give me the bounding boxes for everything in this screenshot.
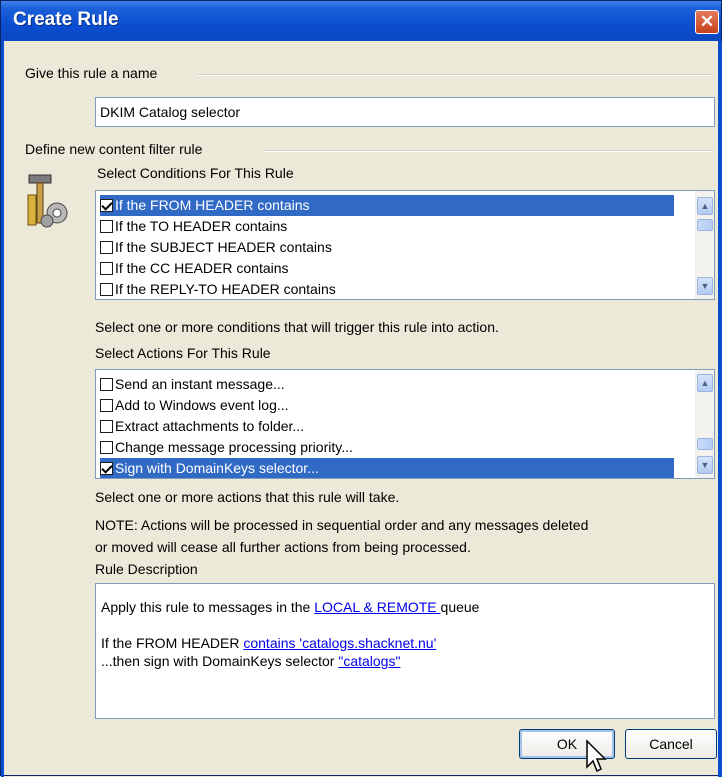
description-text: If the FROM HEADER: [101, 635, 244, 651]
close-button[interactable]: ✕: [695, 10, 719, 34]
chevron-up-icon: ▲: [700, 201, 710, 211]
condition-item-label: If the REPLY-TO HEADER contains: [115, 281, 336, 297]
mouse-pointer-icon: [586, 739, 607, 773]
window-frame-left: [1, 41, 4, 777]
conditions-label: Select Conditions For This Rule: [97, 165, 294, 181]
scroll-up-button[interactable]: ▲: [697, 374, 713, 392]
scroll-thumb[interactable]: [697, 438, 713, 450]
cancel-button[interactable]: Cancel: [625, 729, 717, 759]
actions-label: Select Actions For This Rule: [95, 345, 271, 361]
condition-item[interactable]: If the FROM HEADER contains: [100, 195, 674, 216]
actions-note-line1: NOTE: Actions will be processed in seque…: [95, 517, 589, 533]
rule-tools-icon: [27, 174, 68, 228]
action-item-label: Extract attachments to folder...: [115, 418, 305, 434]
description-text: queue: [440, 599, 480, 615]
actions-note-line2: or moved will cease all further actions …: [95, 539, 471, 555]
action-item-label: Sign with DomainKeys selector...: [115, 460, 319, 476]
condition-checkbox[interactable]: [100, 283, 113, 296]
action-checkbox[interactable]: [100, 441, 113, 454]
chevron-up-icon: ▲: [700, 378, 710, 388]
name-section-label: Give this rule a name: [25, 65, 158, 81]
selector-link[interactable]: "catalogs": [338, 653, 400, 669]
name-section-divider: [197, 74, 713, 76]
filter-section-label: Define new content filter rule: [25, 141, 203, 157]
condition-checkbox[interactable]: [100, 262, 113, 275]
close-icon: ✕: [699, 12, 715, 31]
rule-name-input[interactable]: DKIM Catalog selector: [95, 97, 715, 127]
conditions-scrollbar[interactable]: ▲ ▼: [695, 191, 714, 299]
scroll-down-button[interactable]: ▼: [697, 456, 713, 474]
action-item-label: Change message processing priority...: [115, 439, 353, 455]
action-checkbox[interactable]: [100, 420, 113, 433]
action-item[interactable]: Sign with DomainKeys selector...: [100, 458, 674, 478]
condition-item[interactable]: If the REPLY-TO HEADER contains: [100, 279, 336, 299]
scroll-thumb[interactable]: [697, 219, 713, 231]
action-item[interactable]: Add to Windows event log...: [100, 395, 289, 416]
chevron-down-icon: ▼: [700, 281, 710, 291]
action-checkbox[interactable]: [100, 378, 113, 391]
title-bar[interactable]: Create Rule ✕: [1, 1, 721, 41]
condition-item-label: If the CC HEADER contains: [115, 260, 289, 276]
action-item[interactable]: Send an instant message...: [100, 374, 285, 395]
condition-item-label: If the TO HEADER contains: [115, 218, 288, 234]
description-label: Rule Description: [95, 561, 198, 577]
scroll-down-button[interactable]: ▼: [697, 277, 713, 295]
create-rule-dialog: Create Rule ✕ Give this rule a name DKIM…: [0, 0, 722, 777]
condition-item-label: If the SUBJECT HEADER contains: [115, 239, 332, 255]
rule-description-box: Apply this rule to messages in the LOCAL…: [95, 583, 715, 719]
condition-link[interactable]: contains 'catalogs.shacknet.nu': [243, 635, 436, 651]
queue-link[interactable]: LOCAL & REMOTE: [314, 599, 440, 615]
description-text: ...then sign with DomainKeys selector: [101, 653, 339, 669]
condition-item-label: If the FROM HEADER contains: [115, 197, 310, 213]
window-frame-right: [718, 41, 722, 777]
condition-checkbox[interactable]: [100, 241, 113, 254]
window-title: Create Rule: [13, 9, 119, 30]
chevron-down-icon: ▼: [700, 460, 710, 470]
filter-section-divider: [263, 150, 713, 152]
condition-checkbox[interactable]: [100, 199, 113, 212]
action-item-label: Add to Windows event log...: [115, 397, 289, 413]
condition-item[interactable]: If the CC HEADER contains: [100, 258, 289, 279]
action-checkbox[interactable]: [100, 462, 113, 475]
condition-item[interactable]: If the TO HEADER contains: [100, 216, 287, 237]
conditions-hint: Select one or more conditions that will …: [95, 319, 499, 335]
condition-item[interactable]: If the SUBJECT HEADER contains: [100, 237, 332, 258]
action-item[interactable]: Change message processing priority...: [100, 437, 353, 458]
action-item-label: Send an instant message...: [115, 376, 285, 392]
actions-list[interactable]: Send an instant message... Add to Window…: [95, 369, 715, 479]
actions-hint: Select one or more actions that this rul…: [95, 489, 400, 505]
condition-checkbox[interactable]: [100, 220, 113, 233]
description-text: Apply this rule to messages in the: [101, 599, 315, 615]
action-checkbox[interactable]: [100, 399, 113, 412]
scroll-up-button[interactable]: ▲: [697, 197, 713, 215]
actions-scrollbar[interactable]: ▲ ▼: [695, 370, 714, 478]
action-item[interactable]: Extract attachments to folder...: [100, 416, 304, 437]
conditions-list[interactable]: If the FROM HEADER contains If the TO HE…: [95, 190, 715, 300]
